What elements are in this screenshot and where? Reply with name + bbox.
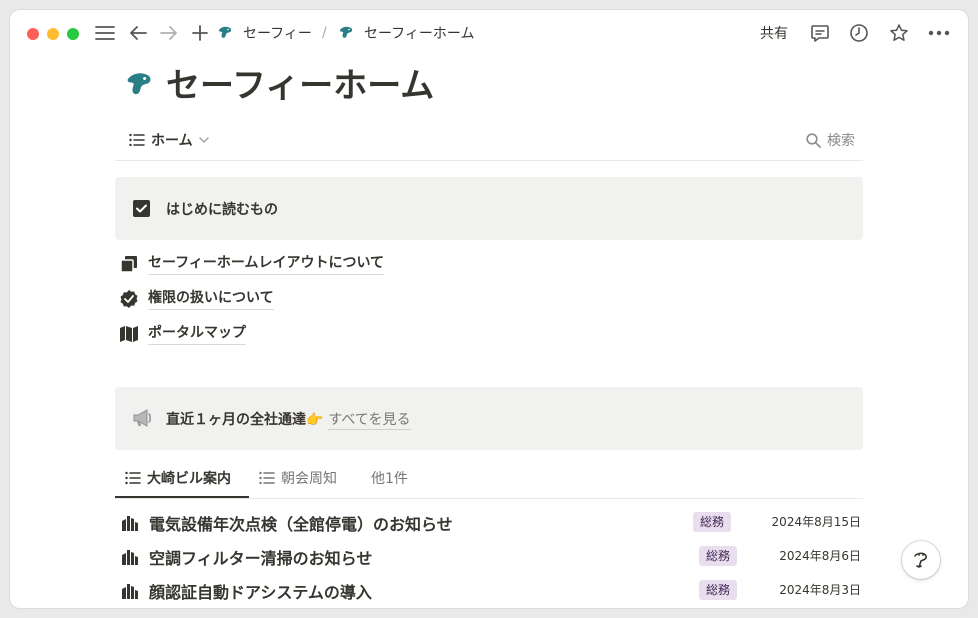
- announcement-title: 顔認証自動ドアシステムの導入: [149, 583, 372, 602]
- title-bar: セーフィー / セーフィーホーム 共有: [10, 10, 968, 56]
- link-permissions-label: 権限の扱いについて: [148, 287, 274, 310]
- breadcrumb-current[interactable]: セーフィーホーム: [364, 22, 474, 44]
- megaphone-icon: [133, 409, 151, 427]
- announcement-date: 2024年8月3日: [779, 583, 861, 597]
- table-row[interactable]: 空調フィルター清掃のお知らせ 総務 2024年8月6日: [121, 541, 863, 571]
- checkbox-checked-icon: [133, 200, 150, 217]
- more-options-icon[interactable]: [927, 22, 951, 44]
- announcement-date: 2024年8月6日: [779, 549, 861, 563]
- tab-more[interactable]: 他1件: [371, 468, 408, 488]
- callout-notice-text: 直近１ヶ月の全社通達: [166, 412, 306, 428]
- callout-read-first: はじめに読むもの: [115, 177, 863, 240]
- breadcrumb-current-logo-icon: [337, 22, 355, 44]
- search-button[interactable]: 検索: [806, 130, 855, 150]
- link-portal-map-label: ポータルマップ: [148, 322, 246, 345]
- building-icon: [122, 550, 138, 565]
- building-icon: [122, 516, 138, 531]
- tab-morning-meeting[interactable]: 朝会周知: [259, 468, 337, 488]
- back-arrow-icon[interactable]: [127, 22, 149, 44]
- copy-icon: [120, 255, 137, 273]
- forward-arrow-icon[interactable]: [158, 22, 180, 44]
- page-title[interactable]: セーフィーホーム: [166, 60, 434, 112]
- category-tag: 総務: [693, 512, 732, 532]
- announcement-date: 2024年8月15日: [771, 515, 861, 529]
- app-window: セーフィー / セーフィーホーム 共有 セーフィーホーム ホーム 検索 はじめに…: [10, 10, 968, 608]
- close-window-button[interactable]: [27, 28, 39, 40]
- help-button[interactable]: [902, 541, 940, 579]
- maximize-window-button[interactable]: [67, 28, 79, 40]
- building-icon: [122, 584, 138, 599]
- list-view-icon: [129, 133, 145, 147]
- page-logo-icon[interactable]: [124, 70, 154, 104]
- active-tab-indicator: [115, 496, 249, 498]
- view-label: ホーム: [151, 133, 193, 149]
- chevron-down-icon: [198, 137, 209, 143]
- minimize-window-button[interactable]: [47, 28, 59, 40]
- callout-notice-line: 直近１ヶ月の全社通達👉 すべてを見る: [166, 409, 411, 430]
- category-tag: 総務: [699, 580, 738, 600]
- comment-icon[interactable]: [809, 22, 831, 44]
- tab-osaki-building[interactable]: 大崎ビル案内: [125, 468, 231, 488]
- favorite-star-icon[interactable]: [888, 22, 910, 44]
- breadcrumb-separator: /: [322, 25, 327, 41]
- link-permissions[interactable]: 権限の扱いについて: [119, 287, 274, 310]
- link-layout[interactable]: セーフィーホームレイアウトについて: [119, 252, 385, 275]
- search-icon: [806, 132, 821, 148]
- announcement-title: 空調フィルター清掃のお知らせ: [149, 549, 373, 568]
- tab-morning-meeting-label: 朝会周知: [281, 471, 337, 487]
- breadcrumb-parent[interactable]: セーフィー: [243, 22, 312, 44]
- verified-badge-icon: [120, 289, 138, 308]
- list-view-icon: [125, 471, 141, 485]
- view-bar: ホーム 検索: [115, 122, 863, 161]
- link-portal-map[interactable]: ポータルマップ: [119, 322, 246, 345]
- history-clock-icon[interactable]: [848, 22, 870, 44]
- category-tag: 総務: [699, 546, 738, 566]
- announcement-title: 電気設備年次点検（全館停電）のお知らせ: [149, 515, 453, 534]
- search-label: 検索: [827, 133, 855, 149]
- breadcrumb-logo-icon: [216, 22, 234, 44]
- callout-read-first-text: はじめに読むもの: [166, 202, 278, 218]
- map-icon: [120, 325, 138, 342]
- table-row[interactable]: 電気設備年次点検（全館停電）のお知らせ 総務 2024年8月15日: [121, 507, 863, 537]
- view-selector[interactable]: ホーム: [129, 130, 209, 150]
- help-icon: [914, 552, 927, 568]
- new-page-plus-icon[interactable]: [189, 22, 211, 44]
- sidebar-toggle-icon[interactable]: [94, 22, 116, 44]
- pointing-hand-icon: 👉: [306, 412, 324, 428]
- see-all-link[interactable]: すべてを見る: [328, 412, 411, 430]
- callout-notice: 直近１ヶ月の全社通達👉 すべてを見る: [115, 387, 863, 450]
- list-view-icon: [259, 471, 275, 485]
- share-button[interactable]: 共有: [760, 22, 788, 44]
- tab-osaki-building-label: 大崎ビル案内: [147, 471, 231, 487]
- database-tabs: 大崎ビル案内 朝会周知 他1件: [115, 460, 863, 499]
- link-layout-label: セーフィーホームレイアウトについて: [148, 252, 385, 275]
- table-row[interactable]: 顔認証自動ドアシステムの導入 総務 2024年8月3日: [121, 575, 863, 605]
